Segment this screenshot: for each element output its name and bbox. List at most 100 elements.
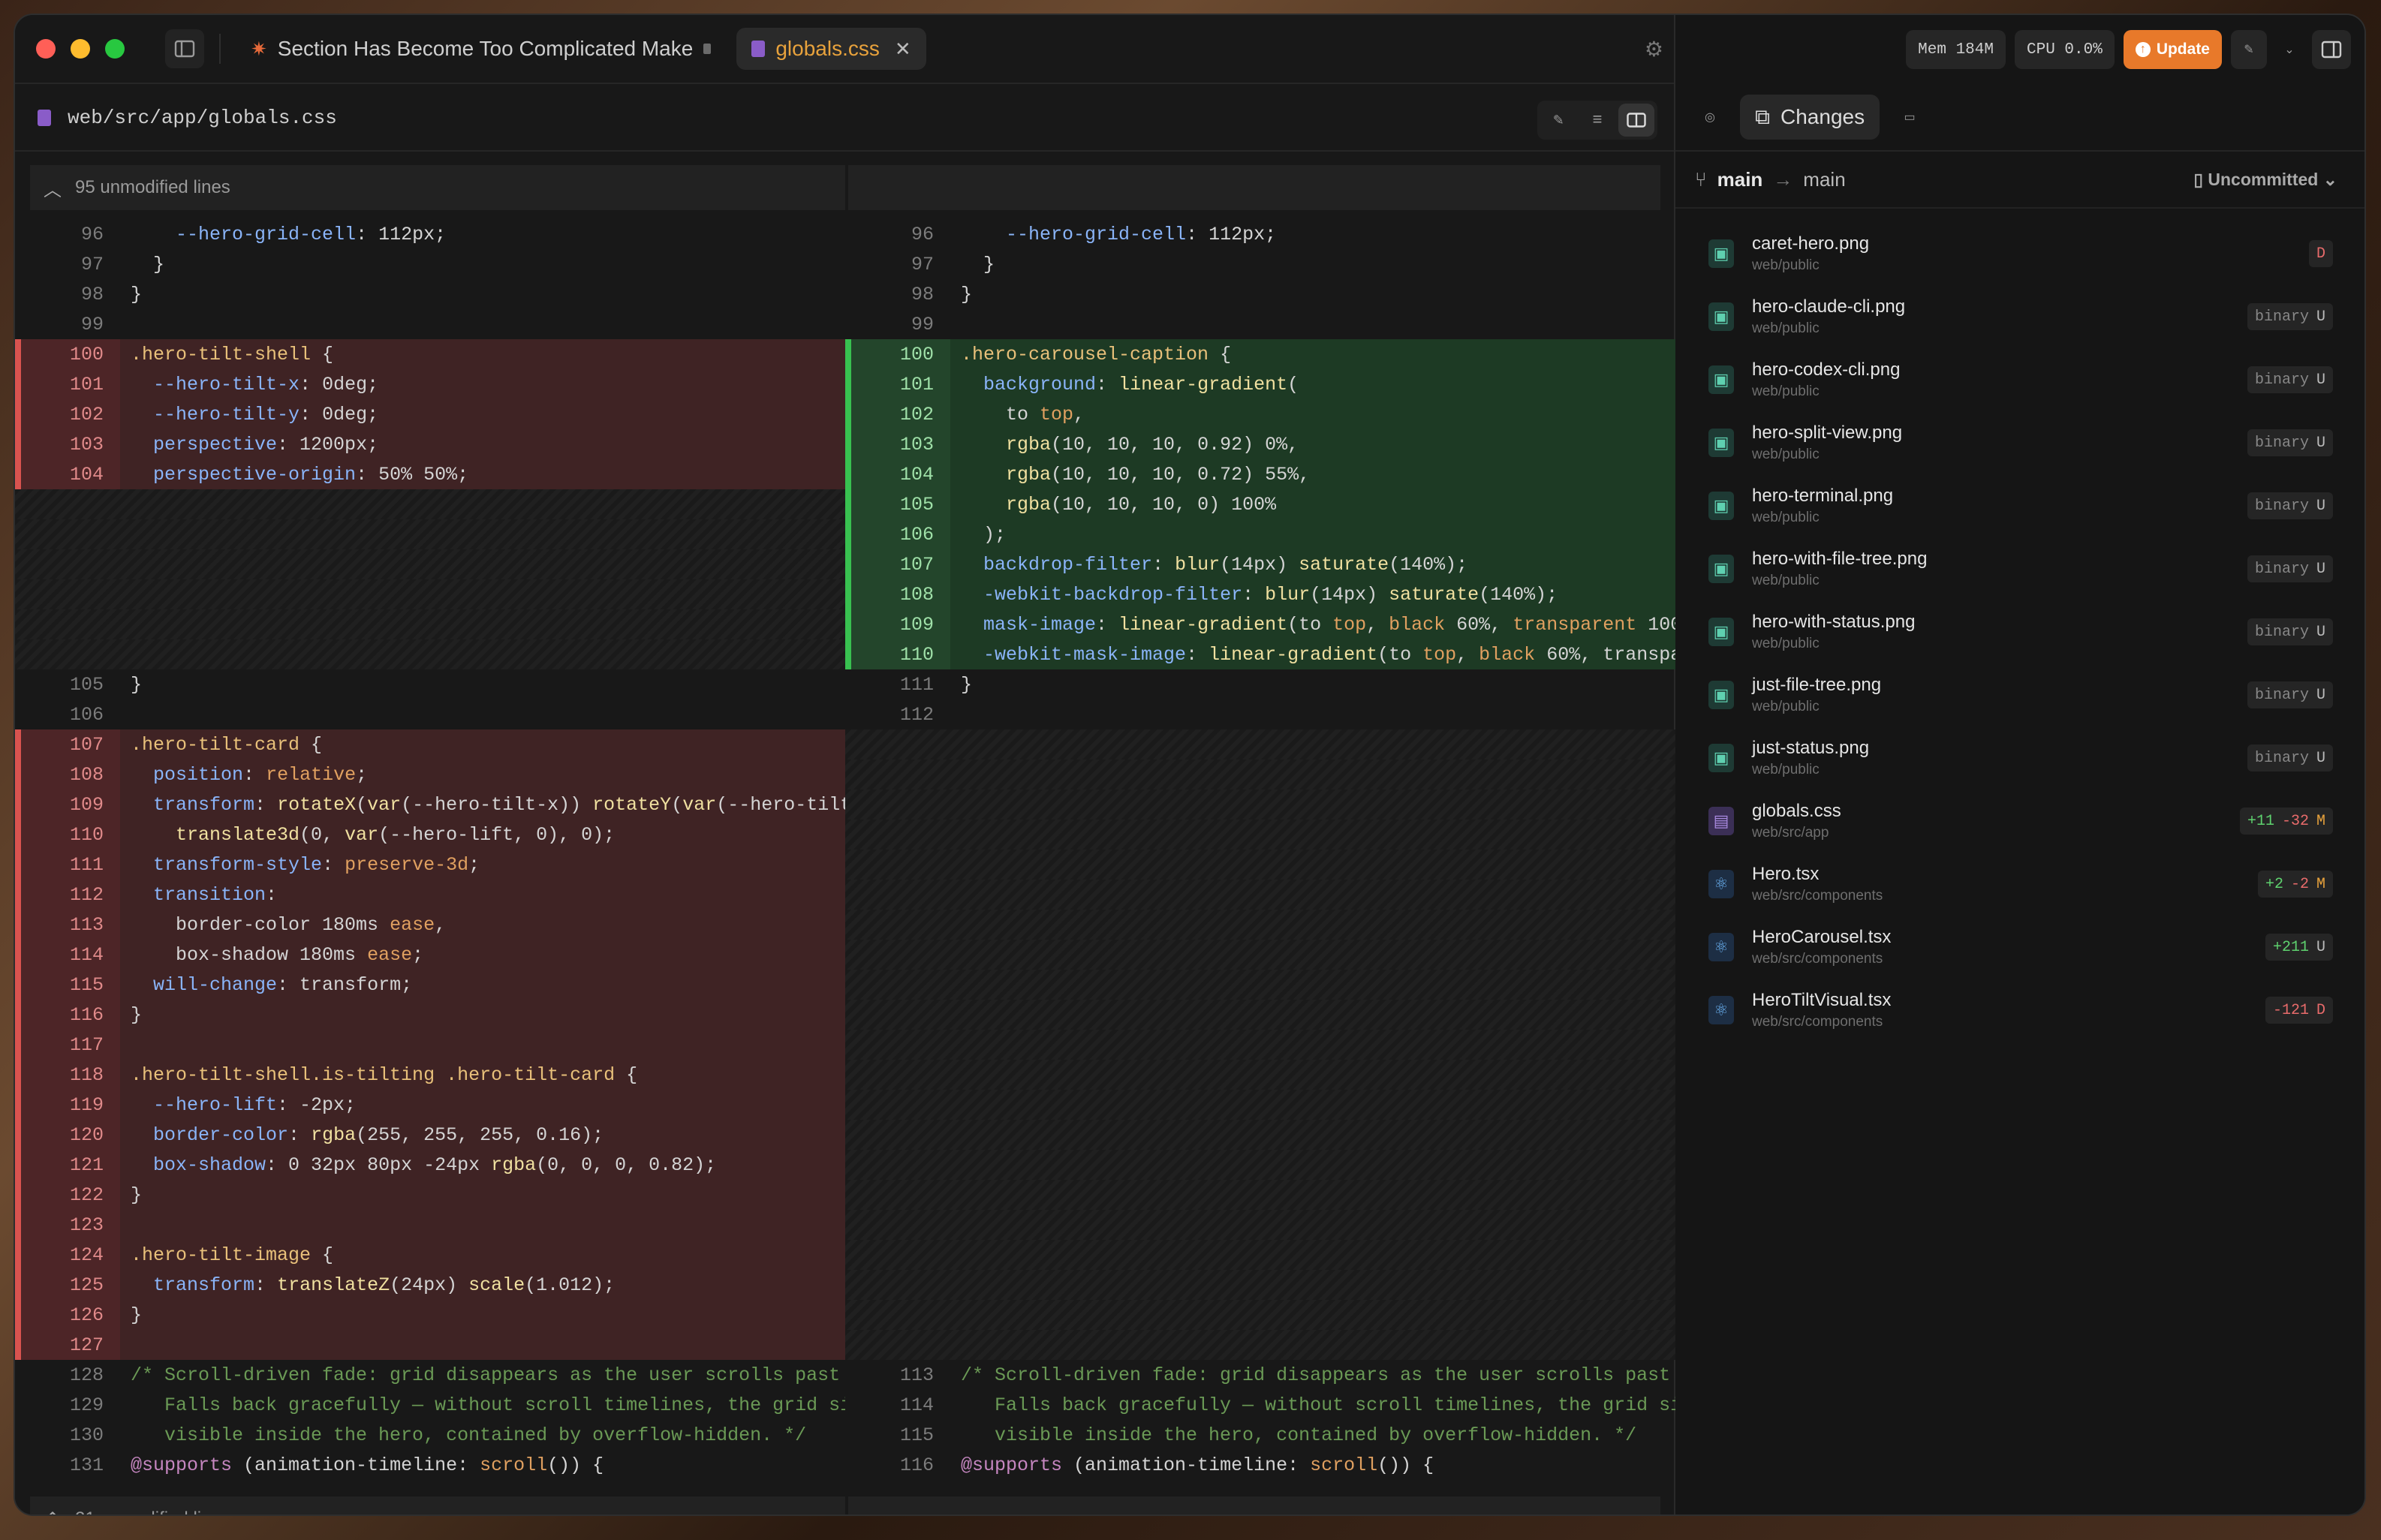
file-meta: hero-terminal.png web/public xyxy=(1752,486,2247,526)
tab-label: globals.css xyxy=(775,37,880,60)
file-meta: Hero.tsx web/src/components xyxy=(1752,864,2258,904)
line-number: 99 xyxy=(911,313,934,335)
file-status: U xyxy=(2316,308,2325,326)
tab-session[interactable]: ✷ Section Has Become Too Complicated Mak… xyxy=(236,28,726,70)
line-number: 130 xyxy=(69,1424,104,1446)
right-panel-toggle-icon[interactable] xyxy=(2312,30,2351,69)
react-file-icon: ⚛ xyxy=(1708,933,1734,961)
file-name: hero-split-view.png xyxy=(1752,423,1903,443)
tab-history-icon[interactable]: ◎ xyxy=(1690,98,1729,137)
close-window-button[interactable] xyxy=(36,39,56,59)
zoom-window-button[interactable] xyxy=(105,39,125,59)
changed-file-item[interactable]: ▣ just-file-tree.png web/public binary U xyxy=(1675,663,2364,726)
diff-spacer-row xyxy=(845,1240,1675,1270)
line-code: @supports (animation-timeline: scroll())… xyxy=(131,1454,604,1476)
tab-modified-indicator xyxy=(703,44,712,54)
css-file-icon: ▤ xyxy=(1708,807,1734,835)
line-number: 103 xyxy=(15,429,120,459)
file-status: U xyxy=(2316,497,2325,515)
line-code: to top, xyxy=(961,403,1085,426)
line-code: --hero-tilt-y: 0deg; xyxy=(153,403,379,426)
diff-line: 113 border-color 180ms ease, xyxy=(15,910,845,940)
line-code: rgba(10, 10, 10, 0.92) 0%, xyxy=(1006,433,1299,456)
unmodified-lines-top[interactable]: ︿ 95 unmodified lines xyxy=(30,165,1660,210)
line-number xyxy=(845,1030,950,1060)
changed-file-item[interactable]: ⚛ Hero.tsx web/src/components +2 -2 M xyxy=(1675,853,2364,916)
changed-file-item[interactable]: ▣ hero-codex-cli.png web/public binary U xyxy=(1675,348,2364,411)
changed-file-item[interactable]: ⚛ HeroTiltVisual.tsx web/src/components -12… xyxy=(1675,979,2364,1042)
diff-line: 128 /* Scroll-driven fade: grid disappear… xyxy=(15,1360,845,1390)
diff-line: 116 @supports (animation-timeline: scroll… xyxy=(845,1450,1675,1480)
chevron-down-icon[interactable]: ⌄ xyxy=(2276,30,2303,69)
diff-spacer-row xyxy=(15,489,845,519)
diff-line: 115 visible inside the hero, contained b… xyxy=(845,1420,1675,1450)
claude-spark-icon: ✷ xyxy=(251,37,267,60)
additions-count: +211 xyxy=(2272,938,2309,956)
line-number: 107 xyxy=(15,729,120,759)
line-number: 101 xyxy=(15,369,120,399)
minimize-window-button[interactable] xyxy=(71,39,90,59)
line-number xyxy=(15,609,120,639)
diff-line: 129 Falls back gracefully — without scro… xyxy=(15,1390,845,1420)
line-code: background: linear-gradient( xyxy=(983,373,1299,396)
file-name: hero-claude-cli.png xyxy=(1752,296,1906,317)
changed-file-item[interactable]: ▤ globals.css web/src/app +11 -32 M xyxy=(1675,790,2364,853)
file-status: U xyxy=(2316,938,2325,956)
changed-file-item[interactable]: ▣ just-status.png web/public binary U xyxy=(1675,726,2364,790)
changed-file-item[interactable]: ▣ hero-split-view.png web/public binary U xyxy=(1675,411,2364,474)
sidebar-toggle-button[interactable] xyxy=(165,29,204,68)
changes-panel: Mem 184M CPU 0.0% ↑ Update ✎ ⌄ ◎ ⧉ Chang… xyxy=(1675,15,2364,1514)
line-number: 105 xyxy=(845,489,950,519)
line-number: 112 xyxy=(15,880,120,910)
unmodified-count: 21 unmodified lines xyxy=(75,1508,230,1514)
unified-view-icon[interactable]: ≡ xyxy=(1579,104,1615,137)
changed-file-item[interactable]: ▣ hero-claude-cli.png web/public binary U xyxy=(1675,285,2364,348)
line-number: 111 xyxy=(899,673,934,696)
binary-label: binary xyxy=(2254,686,2309,704)
edit-icon[interactable]: ✎ xyxy=(1540,104,1576,137)
changed-file-item[interactable]: ▣ hero-with-status.png web/public binary U xyxy=(1675,600,2364,663)
file-name: Hero.tsx xyxy=(1752,864,1820,884)
tab-changes[interactable]: ⧉ Changes xyxy=(1740,95,1880,140)
chevron-up-icon[interactable]: ︿ xyxy=(30,175,75,201)
changed-file-item[interactable]: ▣ hero-with-file-tree.png web/public binary… xyxy=(1675,537,2364,600)
unmodified-count: 95 unmodified lines xyxy=(75,177,230,197)
file-change-badge: binary U xyxy=(2247,618,2333,645)
app-window: ✷ Section Has Become Too Complicated Mak… xyxy=(14,14,2366,1516)
diff-line: 97 } xyxy=(845,249,1675,279)
line-number: 109 xyxy=(15,790,120,820)
file-meta: hero-with-file-tree.png web/public xyxy=(1752,549,2247,589)
line-code: mask-image: linear-gradient(to top, blac… xyxy=(983,613,1675,636)
diff-line: 96 --hero-grid-cell: 112px; xyxy=(15,219,845,249)
expand-icon[interactable]: ⌃ xyxy=(30,1508,75,1515)
unmodified-lines-bottom[interactable]: ⌃ 21 unmodified lines xyxy=(30,1496,1660,1515)
window-controls xyxy=(36,39,125,59)
compose-icon[interactable]: ✎ xyxy=(2231,30,2267,69)
diff-line: 111 transform-style: preserve-3d; xyxy=(15,850,845,880)
diff-spacer-row xyxy=(15,639,845,669)
close-tab-icon[interactable]: ✕ xyxy=(895,38,911,61)
file-name: HeroCarousel.tsx xyxy=(1752,927,1892,947)
tab-globals-css[interactable]: globals.css ✕ xyxy=(736,28,926,70)
line-number xyxy=(845,790,950,820)
changed-file-item[interactable]: ▣ caret-hero.png web/public D xyxy=(1675,222,2364,285)
line-code: } xyxy=(961,673,973,696)
diff-line: 102 --hero-tilt-y: 0deg; xyxy=(15,399,845,429)
additions-count: +2 xyxy=(2265,875,2283,893)
changed-file-item[interactable]: ▣ hero-terminal.png web/public binary U xyxy=(1675,474,2364,537)
diff-line: 102 to top, xyxy=(845,399,1675,429)
uncommitted-dropdown[interactable]: ▯ Uncommitted ⌄ xyxy=(2193,170,2337,190)
folder-icon[interactable]: ▭ xyxy=(1890,98,1929,137)
binary-label: binary xyxy=(2254,308,2309,326)
line-number: 113 xyxy=(899,1364,934,1386)
line-number xyxy=(845,970,950,1000)
diff-line: 114 Falls back gracefully — without scro… xyxy=(845,1390,1675,1420)
settings-icon[interactable]: ⚙ xyxy=(1645,37,1663,62)
split-view-icon[interactable] xyxy=(1618,104,1654,137)
line-number: 96 xyxy=(911,223,934,245)
update-button[interactable]: ↑ Update xyxy=(2123,30,2222,69)
file-change-badge: binary U xyxy=(2247,681,2333,708)
diff-spacer-row xyxy=(15,549,845,579)
changed-file-item[interactable]: ⚛ HeroCarousel.tsx web/src/components +211 U xyxy=(1675,916,2364,979)
line-number: 121 xyxy=(15,1150,120,1180)
